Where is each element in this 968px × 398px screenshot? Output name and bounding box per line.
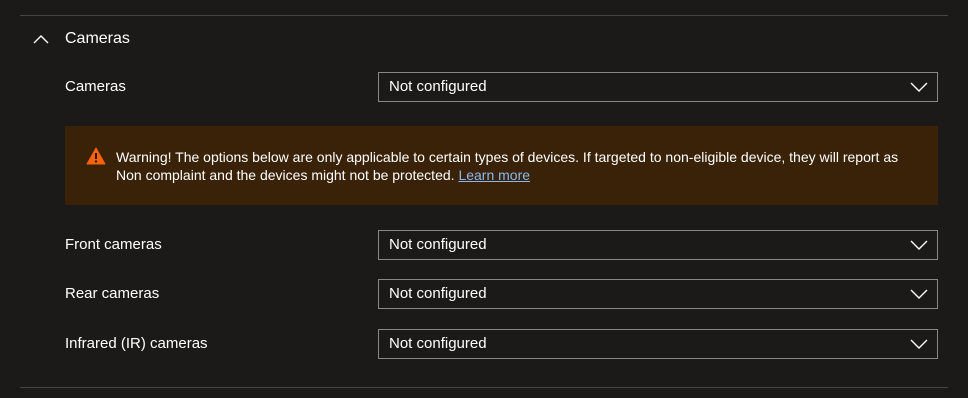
infrared-cameras-dropdown[interactable]: Not configured — [378, 329, 938, 359]
front-cameras-setting-row: Front cameras Not configured — [65, 230, 938, 260]
cameras-setting-row: Cameras Not configured — [65, 72, 938, 102]
front-cameras-label: Front cameras — [65, 236, 162, 253]
learn-more-link[interactable]: Learn more — [458, 167, 530, 183]
rear-cameras-label: Rear cameras — [65, 285, 160, 302]
cameras-dropdown-value: Not configured — [389, 78, 487, 95]
chevron-down-icon — [910, 339, 928, 349]
cameras-label: Cameras — [65, 78, 126, 95]
warning-text: Warning! The options below are only appl… — [116, 148, 926, 184]
cameras-dropdown[interactable]: Not configured — [378, 72, 938, 102]
infrared-cameras-dropdown-value: Not configured — [389, 335, 487, 352]
section-title: Cameras — [65, 30, 130, 47]
warning-banner: Warning! The options below are only appl… — [65, 126, 938, 205]
chevron-down-icon — [910, 82, 928, 92]
front-cameras-dropdown[interactable]: Not configured — [378, 230, 938, 260]
chevron-up-icon[interactable] — [32, 30, 50, 48]
rear-cameras-setting-row: Rear cameras Not configured — [65, 279, 938, 309]
chevron-down-icon — [910, 289, 928, 299]
front-cameras-dropdown-value: Not configured — [389, 236, 487, 253]
top-divider — [20, 15, 948, 16]
infrared-cameras-label: Infrared (IR) cameras — [65, 335, 208, 352]
chevron-down-icon — [910, 240, 928, 250]
bottom-divider — [20, 387, 948, 388]
rear-cameras-dropdown[interactable]: Not configured — [378, 279, 938, 309]
infrared-cameras-setting-row: Infrared (IR) cameras Not configured — [65, 329, 938, 359]
cameras-section-header[interactable]: Cameras — [32, 26, 130, 52]
warning-icon — [86, 147, 106, 165]
rear-cameras-dropdown-value: Not configured — [389, 285, 487, 302]
